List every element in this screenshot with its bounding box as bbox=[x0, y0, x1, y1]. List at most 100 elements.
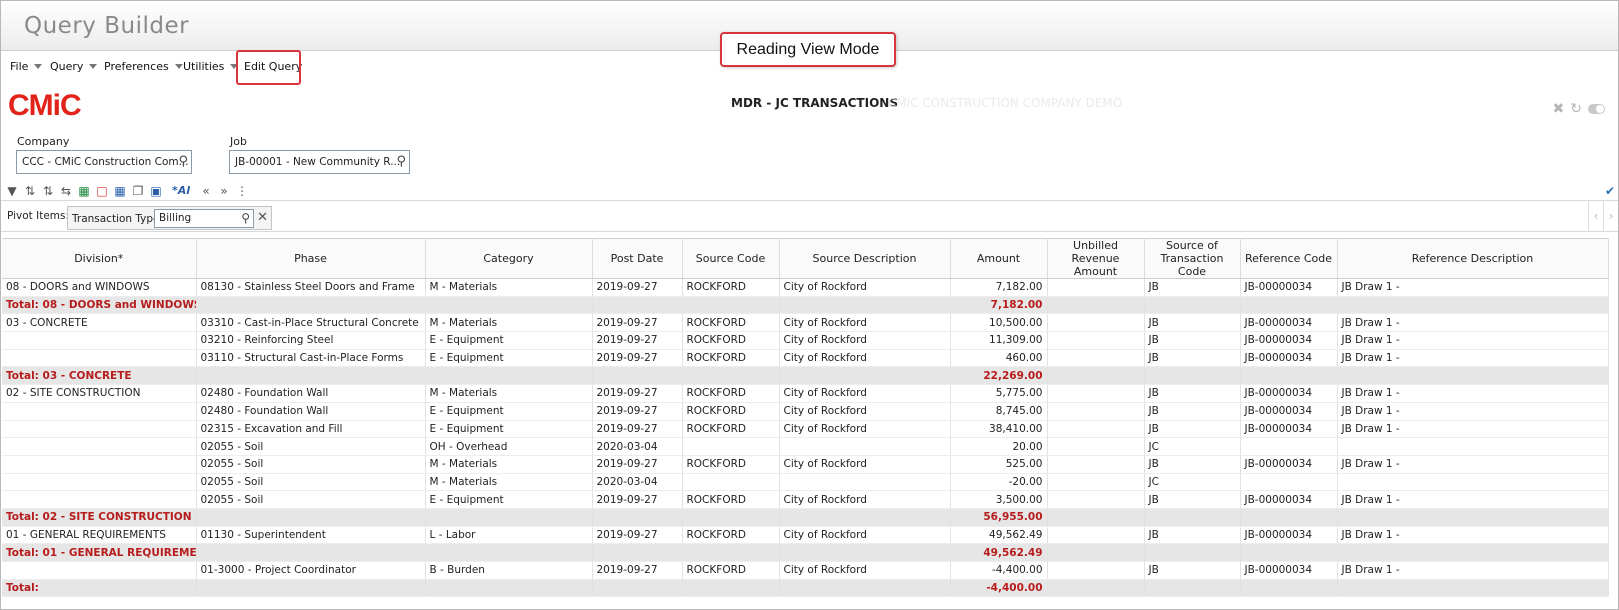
chevron-right-icon[interactable]: › bbox=[1603, 201, 1618, 231]
cell-source-txn: JB bbox=[1144, 490, 1241, 509]
table-total-row[interactable]: Total: 02 - SITE CONSTRUCTION 56,955.00 bbox=[2, 508, 1609, 527]
table-row[interactable]: 02055 - Soil M - Materials 2020-03-04 -20.0… bbox=[2, 473, 1609, 492]
cell-source-description bbox=[779, 437, 951, 456]
cell-amount: 10,500.00 bbox=[950, 313, 1048, 333]
table-total-row[interactable]: Total: 08 - DOORS and WINDOWS 7,182.00 bbox=[2, 296, 1609, 315]
col-phase[interactable]: Phase bbox=[196, 238, 426, 279]
filter-icon[interactable]: ▼ bbox=[6, 184, 18, 198]
col-source-code[interactable]: Source Code bbox=[682, 238, 780, 279]
cell-amount: -20.00 bbox=[950, 473, 1048, 492]
cell-ref-code: JB-00000034 bbox=[1240, 561, 1338, 580]
cell-division bbox=[2, 349, 197, 368]
table-total-row[interactable]: Total: 03 - CONCRETE 22,269.00 bbox=[2, 366, 1609, 386]
sort-descending-icon[interactable]: ⇅ bbox=[42, 184, 54, 198]
col-source-of-transaction-code[interactable]: Source of Transaction Code bbox=[1144, 238, 1241, 279]
col-reference-description[interactable]: Reference Description bbox=[1337, 238, 1609, 279]
cell-category: E - Equipment bbox=[425, 331, 593, 350]
toggle-switch[interactable] bbox=[1588, 104, 1605, 114]
group-icon[interactable]: ⇆ bbox=[60, 184, 72, 198]
cell-category: E - Equipment bbox=[425, 420, 593, 439]
table-total-row[interactable]: Total: -4,400.00 bbox=[2, 579, 1609, 598]
previous-icon[interactable]: « bbox=[200, 184, 212, 198]
search-icon[interactable]: ⚲ bbox=[178, 151, 188, 173]
table-row[interactable]: 03210 - Reinforcing Steel E - Equipment 20… bbox=[2, 331, 1609, 350]
table-row[interactable]: 02315 - Excavation and Fill E - Equipment… bbox=[2, 420, 1609, 439]
table-row[interactable]: 02055 - Soil E - Equipment 2019-09-27 ROCKF… bbox=[2, 490, 1609, 509]
close-icon[interactable]: ✕ bbox=[257, 210, 268, 225]
cell-post-date: 2019-09-27 bbox=[592, 526, 683, 545]
cell-ref-code: JB-00000034 bbox=[1240, 455, 1338, 474]
report-controls: ✖ ↻ bbox=[1553, 101, 1605, 117]
cell-post-date bbox=[592, 366, 683, 386]
cell-division bbox=[2, 437, 197, 456]
sort-ascending-icon[interactable]: ⇅ bbox=[24, 184, 36, 198]
layout-icon[interactable]: ▣ bbox=[150, 184, 162, 198]
col-unbilled-revenue-amount[interactable]: Unbilled Revenue Amount bbox=[1047, 238, 1145, 279]
cell-unbilled bbox=[1047, 508, 1145, 527]
col-post-date[interactable]: Post Date bbox=[592, 238, 683, 279]
menu-file-label: File bbox=[10, 60, 29, 73]
spell-check-icon[interactable]: *Al bbox=[168, 184, 194, 198]
menu-query[interactable]: Query bbox=[50, 60, 98, 73]
cell-division: 02 - SITE CONSTRUCTION bbox=[2, 384, 197, 403]
chevron-left-icon[interactable]: ‹ bbox=[1588, 201, 1603, 231]
col-category[interactable]: Category bbox=[425, 238, 593, 279]
table-row[interactable]: 03110 - Structural Cast-in-Place Forms E … bbox=[2, 349, 1609, 368]
cell-category bbox=[425, 543, 593, 562]
table-row[interactable]: 02055 - Soil M - Materials 2019-09-27 ROCKF… bbox=[2, 455, 1609, 474]
col-source-description[interactable]: Source Description bbox=[779, 238, 951, 279]
report-subtitle: CMiC CONSTRUCTION COMPANY DEMO bbox=[888, 96, 1123, 110]
search-icon[interactable]: ⚲ bbox=[396, 151, 406, 173]
pivot-value-input[interactable]: Billing ⚲ bbox=[154, 209, 254, 228]
table-body: 08 - DOORS and WINDOWS 08130 - Stainless … bbox=[2, 278, 1609, 598]
cell-ref-desc: JB Draw 1 - bbox=[1337, 526, 1609, 545]
table-row[interactable]: 02055 - Soil OH - Overhead 2020-03-04 20.00… bbox=[2, 437, 1609, 456]
table-row[interactable]: 03 - CONCRETE 03310 - Cast-in-Place Struc… bbox=[2, 313, 1609, 333]
cell-ref-desc bbox=[1337, 473, 1609, 492]
pivot-items-label: Pivot Items: bbox=[7, 210, 70, 222]
table-row[interactable]: 01-3000 - Project Coordinator B - Burden 2… bbox=[2, 561, 1609, 580]
table-total-row[interactable]: Total: 01 - GENERAL REQUIREMENTS 49,562.4… bbox=[2, 543, 1609, 562]
table-header-row: Division* Phase Category Post Date Sourc… bbox=[2, 238, 1609, 279]
transactions-table: Division* Phase Category Post Date Sourc… bbox=[2, 238, 1609, 598]
cell-ref-code: JB-00000034 bbox=[1240, 420, 1338, 439]
checkmark-icon[interactable]: ✔ bbox=[1605, 184, 1615, 198]
more-options-icon[interactable]: ⋮ bbox=[236, 184, 248, 198]
cell-ref-code: JB-00000034 bbox=[1240, 349, 1338, 368]
table-row[interactable]: 02480 - Foundation Wall E - Equipment 2019… bbox=[2, 402, 1609, 421]
company-field[interactable]: CCC - CMiC Construction Com... ⚲ bbox=[16, 150, 192, 174]
cell-ref-desc: JB Draw 1 - bbox=[1337, 331, 1609, 350]
cell-unbilled bbox=[1047, 543, 1145, 562]
excel-export-icon[interactable]: ▦ bbox=[78, 184, 90, 198]
menu-preferences[interactable]: Preferences bbox=[104, 60, 183, 73]
cell-ref-code bbox=[1240, 579, 1338, 598]
col-reference-code[interactable]: Reference Code bbox=[1240, 238, 1338, 279]
search-icon[interactable]: ⚲ bbox=[241, 210, 250, 227]
chevron-down-icon bbox=[34, 64, 43, 69]
cell-source-description: City of Rockford bbox=[779, 402, 951, 421]
table-row[interactable]: 01 - GENERAL REQUIREMENTS 01130 - Superin… bbox=[2, 526, 1609, 545]
copy-icon[interactable]: ❐ bbox=[132, 184, 144, 198]
cell-unbilled bbox=[1047, 420, 1145, 439]
close-icon[interactable]: ✖ bbox=[1553, 101, 1565, 117]
calendar-icon[interactable]: ▦ bbox=[114, 184, 126, 198]
cell-division bbox=[2, 455, 197, 474]
menu-file[interactable]: File bbox=[10, 60, 43, 73]
cell-phase bbox=[196, 296, 426, 315]
menu-utilities[interactable]: Utilities bbox=[183, 60, 239, 73]
table-row[interactable]: 08 - DOORS and WINDOWS 08130 - Stainless … bbox=[2, 278, 1609, 297]
cell-source-txn bbox=[1144, 296, 1241, 315]
refresh-icon[interactable]: ↻ bbox=[1570, 101, 1582, 117]
next-icon[interactable]: » bbox=[218, 184, 230, 198]
cell-category: OH - Overhead bbox=[425, 437, 593, 456]
pdf-export-icon[interactable]: □ bbox=[96, 184, 108, 198]
cell-category: M - Materials bbox=[425, 473, 593, 492]
job-field[interactable]: JB-00001 - New Community R... ⚲ bbox=[229, 150, 410, 174]
cell-ref-desc: JB Draw 1 - bbox=[1337, 420, 1609, 439]
table-row[interactable]: 02 - SITE CONSTRUCTION 02480 - Foundation… bbox=[2, 384, 1609, 403]
cell-ref-code: JB-00000034 bbox=[1240, 402, 1338, 421]
cell-post-date: 2020-03-04 bbox=[592, 437, 683, 456]
cell-ref-desc: JB Draw 1 - bbox=[1337, 313, 1609, 333]
col-division[interactable]: Division* bbox=[2, 238, 197, 279]
col-amount[interactable]: Amount bbox=[950, 238, 1048, 279]
